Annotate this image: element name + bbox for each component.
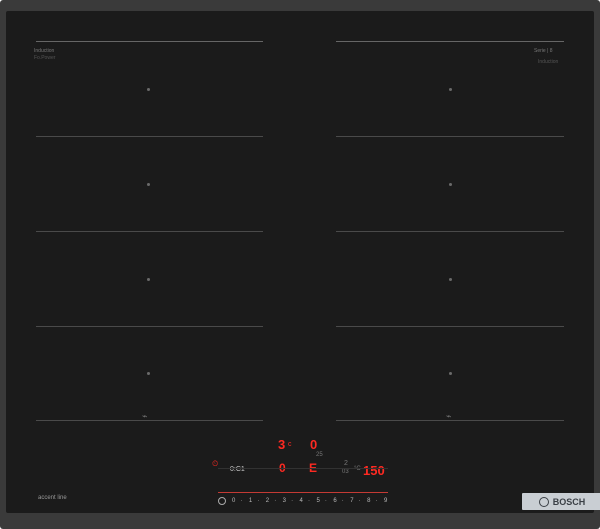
- left-flex-zone-icon: ⌁: [142, 411, 148, 421]
- brand-badge: BOSCH: [522, 493, 600, 510]
- display-top-left-digit[interactable]: 3: [278, 437, 285, 452]
- right-zone-divider-3: [336, 326, 564, 327]
- left-panel-label: Induction: [34, 48, 55, 54]
- power-level-0[interactable]: 0: [232, 498, 235, 504]
- right-zone-top-line: [336, 41, 564, 42]
- bosch-logo-icon: [538, 496, 549, 507]
- power-slider-track[interactable]: [218, 492, 388, 493]
- left-zone-marker-2: [147, 183, 150, 186]
- power-level-17[interactable]: ·: [376, 498, 378, 504]
- left-zone-divider-1: [36, 136, 263, 137]
- power-level-10[interactable]: 5: [316, 498, 319, 504]
- left-zone-bottom-line: [36, 420, 263, 421]
- right-zone-divider-2: [336, 231, 564, 232]
- power-level-4[interactable]: 2: [266, 498, 269, 504]
- right-zone-marker-2: [449, 183, 452, 186]
- brand-name: BOSCH: [552, 496, 586, 507]
- power-level-11[interactable]: ·: [325, 498, 327, 504]
- display-temp-unit: °C: [354, 466, 361, 472]
- control-panel-divider: [218, 468, 388, 469]
- display-small-code-1: 03: [342, 469, 349, 475]
- display-small-code-2: 25: [316, 452, 323, 458]
- power-level-7[interactable]: ·: [291, 498, 293, 504]
- right-zone-marker-4: [449, 372, 452, 375]
- left-panel-sublabel: Fo.Power: [34, 55, 56, 61]
- right-flex-zone-icon: ⌁: [446, 411, 452, 421]
- power-level-1[interactable]: ·: [240, 498, 242, 504]
- left-zone-divider-3: [36, 326, 263, 327]
- power-level-8[interactable]: 4: [300, 498, 303, 504]
- left-zone-top-line: [36, 41, 263, 42]
- right-zone-marker-3: [449, 278, 452, 281]
- power-level-12[interactable]: 6: [333, 498, 336, 504]
- ceramic-glass: ⌁ Induction Fo.Power ⌁ Serie | 8 Inducti…: [6, 11, 600, 513]
- display-dim-code: 2: [344, 460, 348, 467]
- power-level-3[interactable]: ·: [257, 498, 259, 504]
- display-top-left-superscript: c: [288, 441, 292, 448]
- power-level-13[interactable]: ·: [342, 498, 344, 504]
- hob-frame: ⌁ Induction Fo.Power ⌁ Serie | 8 Inducti…: [0, 0, 600, 529]
- power-level-15[interactable]: ·: [359, 498, 361, 504]
- power-level-6[interactable]: 3: [283, 498, 286, 504]
- right-zone-marker-1: [449, 88, 452, 91]
- right-zone-divider-1: [336, 136, 564, 137]
- left-zone-divider-2: [36, 231, 263, 232]
- series-label: accent line: [38, 495, 67, 501]
- display-temp-value[interactable]: 150: [363, 463, 385, 478]
- info-icon[interactable]: [218, 497, 226, 505]
- power-level-9[interactable]: ·: [308, 498, 310, 504]
- right-panel-sublabel: Induction: [538, 59, 559, 65]
- power-level-5[interactable]: ·: [274, 498, 276, 504]
- left-zone-marker-4: [147, 372, 150, 375]
- power-level-14[interactable]: 7: [350, 498, 353, 504]
- power-level-16[interactable]: 8: [367, 498, 370, 504]
- right-panel-label: Serie | 8: [534, 48, 553, 54]
- power-level-2[interactable]: 1: [249, 498, 252, 504]
- power-level-18[interactable]: 9: [384, 498, 387, 504]
- display-top-right-digit[interactable]: 0: [310, 437, 317, 452]
- left-zone-marker-3: [147, 278, 150, 281]
- left-zone-marker-1: [147, 88, 150, 91]
